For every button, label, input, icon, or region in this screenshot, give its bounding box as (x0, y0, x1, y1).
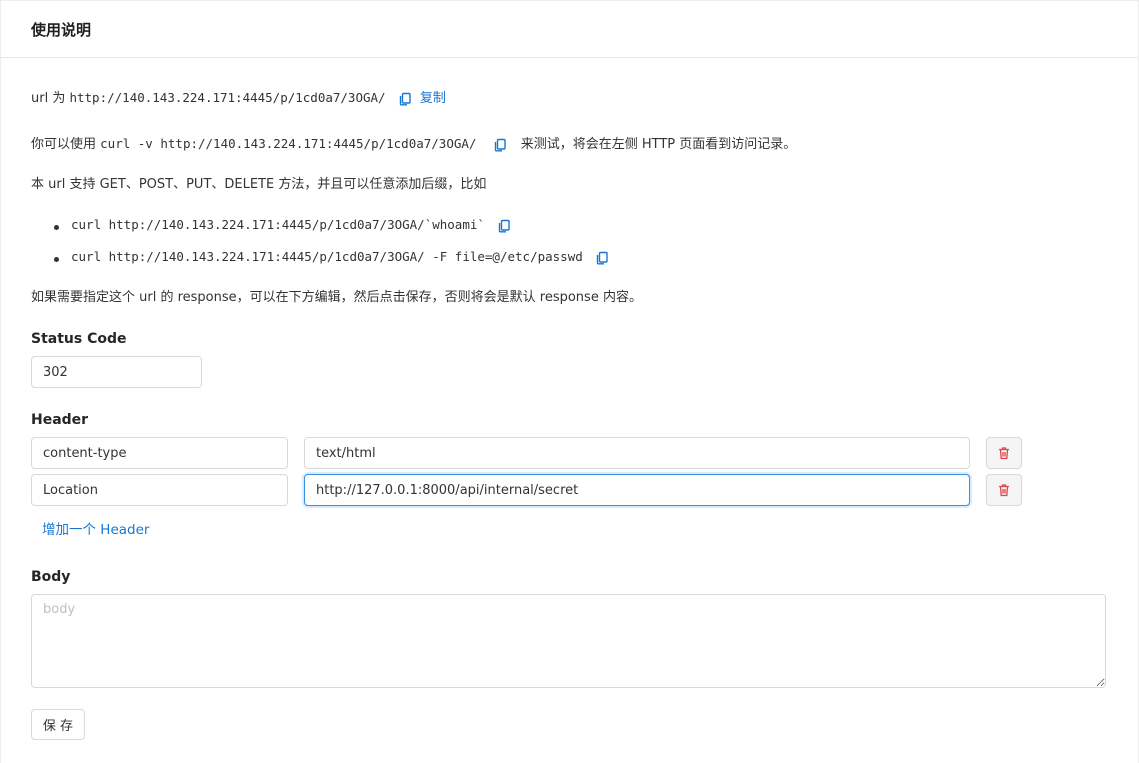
page-title: 使用说明 (31, 21, 92, 39)
example-command: curl http://140.143.224.171:4445/p/1cd0a… (71, 249, 583, 264)
card-header: 使用说明 (1, 1, 1138, 58)
trash-icon (999, 447, 1009, 460)
bullet (54, 257, 59, 262)
status-code-label: Status Code (31, 331, 127, 347)
body-textarea[interactable] (31, 594, 1106, 688)
copy-icon[interactable] (493, 138, 507, 152)
add-header-button[interactable]: 增加一个 Header (42, 521, 149, 539)
url-prefix: url 为 (31, 91, 66, 106)
example-item: curl http://140.143.224.171:4445/p/1cd0a… (71, 248, 609, 267)
curl-prefix: 你可以使用 (31, 137, 97, 152)
url-text: http://140.143.224.171:4445/p/1cd0a7/3OG… (69, 90, 386, 105)
curl-suffix: 来测试，将会在左侧 HTTP 页面看到访问记录。 (520, 137, 797, 152)
header-value-input[interactable] (304, 437, 970, 469)
curl-command: curl -v http://140.143.224.171:4445/p/1c… (100, 136, 477, 151)
header-key-input[interactable] (31, 437, 288, 469)
methods-text: 本 url 支持 GET、POST、PUT、DELETE 方法，并且可以任意添加… (31, 177, 487, 192)
status-code-input[interactable] (31, 356, 202, 388)
bullet (54, 225, 59, 230)
body-label: Body (31, 569, 71, 585)
copy-icon[interactable] (497, 219, 511, 233)
usage-card: 使用说明 url 为 http://140.143.224.171:4445/p… (0, 0, 1139, 763)
header-key-input[interactable] (31, 474, 288, 506)
example-command: curl http://140.143.224.171:4445/p/1cd0a… (71, 217, 485, 232)
copy-icon[interactable] (595, 251, 609, 265)
delete-header-button[interactable] (986, 437, 1022, 469)
url-line: url 为 http://140.143.224.171:4445/p/1cd0… (31, 89, 446, 108)
response-text: 如果需要指定这个 url 的 response，可以在下方编辑，然后点击保存，否… (31, 290, 642, 305)
curl-line: 你可以使用 curl -v http://140.143.224.171:444… (31, 135, 796, 154)
example-item: curl http://140.143.224.171:4445/p/1cd0a… (71, 216, 511, 235)
header-value-input[interactable] (304, 474, 970, 506)
trash-icon (999, 484, 1009, 497)
header-label: Header (31, 412, 89, 428)
save-button[interactable]: 保 存 (31, 709, 85, 740)
copy-icon[interactable] (398, 92, 412, 106)
copy-link[interactable]: 复制 (420, 91, 446, 106)
delete-header-button[interactable] (986, 474, 1022, 506)
